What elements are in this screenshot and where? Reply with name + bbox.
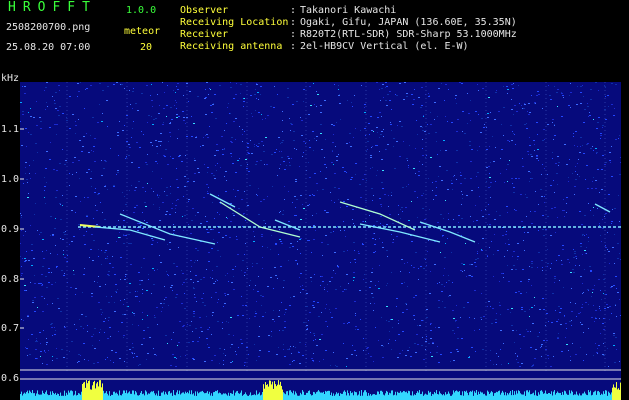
antenna-value: 2el-HB9CV Vertical (el. E-W) <box>300 41 469 52</box>
app-title: HROFFT <box>8 0 97 15</box>
meteor-echo <box>219 201 301 238</box>
datetime: 25.08.20 07:00 <box>6 42 91 53</box>
meteor-label: meteor <box>124 26 161 37</box>
filename: 2508200700.png <box>6 22 91 33</box>
y-tick-1-1: 1.1 <box>0 124 19 135</box>
y-tick-0-7: 0.7 <box>0 323 19 334</box>
receiver-value: R820T2(RTL-SDR) SDR-Sharp 53.1000MHz <box>300 29 517 40</box>
frequency-ticks <box>20 128 24 329</box>
meteor-count: 20 <box>140 42 153 53</box>
observer-label: Observer <box>180 5 229 16</box>
meteor-echo <box>209 193 236 208</box>
meteor-echo <box>274 219 301 231</box>
location-value: Ogaki, Gifu, JAPAN (136.60E, 35.35N) <box>300 17 517 28</box>
y-tick-0-9: 0.9 <box>0 224 19 235</box>
y-tick-1-0: 1.0 <box>0 174 19 185</box>
observer-value: Takanori Kawachi <box>300 5 397 16</box>
spectrogram <box>20 82 621 400</box>
antenna-separator: : <box>290 41 297 52</box>
meteor-echo <box>119 213 216 245</box>
app-version: 1.0.0 <box>126 5 157 16</box>
signal-level-bars <box>20 380 621 400</box>
meteor-echo <box>339 201 416 231</box>
spectrogram-canvas <box>20 82 621 400</box>
meteor-echo <box>94 226 166 241</box>
y-axis-unit: kHz <box>1 73 20 84</box>
observer-separator: : <box>290 5 297 16</box>
hrofft-window: HROFFT 1.0.0 2508200700.png meteor 25.08… <box>0 0 629 400</box>
spectrogram-noise <box>20 82 621 367</box>
receiver-separator: : <box>290 29 297 40</box>
reference-lines <box>20 369 621 380</box>
location-separator: : <box>290 17 297 28</box>
receiver-label: Receiver <box>180 29 229 40</box>
y-tick-0-6: 0.6 <box>0 373 19 384</box>
location-label: Receiving Location <box>180 17 289 28</box>
y-tick-0-8: 0.8 <box>0 274 19 285</box>
antenna-label: Receiving antenna <box>180 41 283 52</box>
